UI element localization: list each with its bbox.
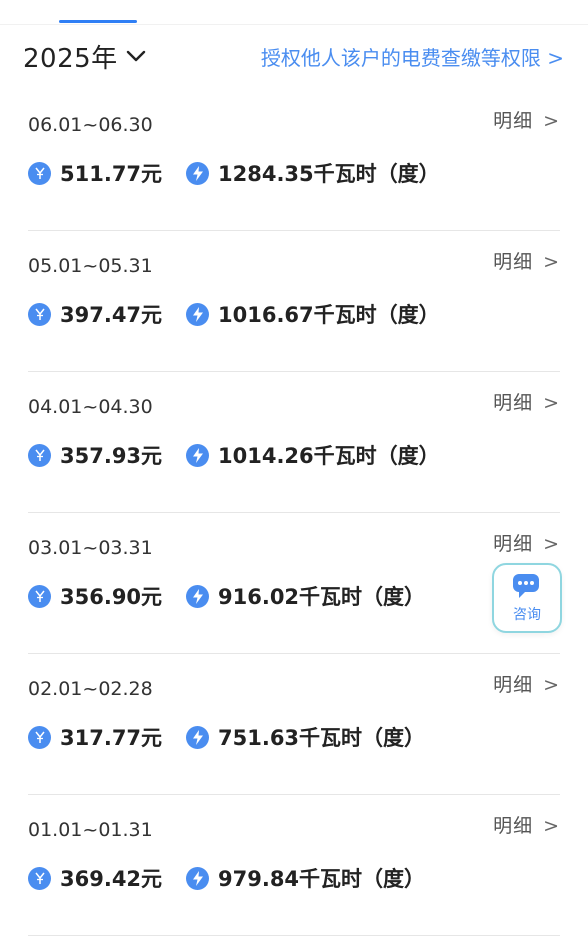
bill-record: 03.01~03.31 明细 > 356.90元 916.02千瓦时（度） xyxy=(28,513,560,654)
bill-amount: 511.77元 xyxy=(60,162,163,186)
bill-amount: 357.93元 xyxy=(60,444,163,468)
detail-link[interactable]: 明细 > xyxy=(493,529,560,556)
bill-list: 06.01~06.30 明细 > 511.77元 1284.35千瓦时（度） 05… xyxy=(0,90,588,936)
billing-period: 04.01~04.30 xyxy=(28,396,153,418)
energy-usage: 916.02千瓦时（度） xyxy=(218,585,426,609)
billing-period: 05.01~05.31 xyxy=(28,255,153,277)
year-selector[interactable]: 2025年 xyxy=(23,38,146,74)
lightning-icon xyxy=(186,584,209,608)
bill-summary: 369.42元 979.84千瓦时（度） xyxy=(28,863,425,893)
detail-link[interactable]: 明细 > xyxy=(493,106,560,133)
yuan-icon xyxy=(28,302,51,326)
bill-summary: 357.93元 1014.26千瓦时（度） xyxy=(28,440,440,470)
detail-link[interactable]: 明细 > xyxy=(493,388,560,415)
yuan-icon xyxy=(28,584,51,608)
detail-label: 明细 xyxy=(493,110,534,132)
yuan-icon xyxy=(28,866,51,890)
consult-button[interactable]: 咨询 xyxy=(492,563,562,633)
detail-arrow: > xyxy=(543,674,560,696)
bill-record: 02.01~02.28 明细 > 317.77元 751.63千瓦时（度） xyxy=(28,654,560,795)
year-label: 2025年 xyxy=(23,43,118,74)
yuan-icon xyxy=(28,161,51,185)
detail-link[interactable]: 明细 > xyxy=(493,247,560,274)
detail-arrow: > xyxy=(543,533,560,555)
detail-label: 明细 xyxy=(493,815,534,837)
authorize-permissions-link[interactable]: 授权他人该户的电费查缴等权限 > xyxy=(261,42,564,71)
energy-usage: 751.63千瓦时（度） xyxy=(218,726,426,750)
yuan-icon xyxy=(28,725,51,749)
chevron-down-icon xyxy=(126,50,145,62)
bill-summary: 356.90元 916.02千瓦时（度） xyxy=(28,581,425,611)
billing-period: 06.01~06.30 xyxy=(28,114,153,136)
billing-period: 03.01~03.31 xyxy=(28,537,153,559)
bill-summary: 511.77元 1284.35千瓦时（度） xyxy=(28,158,440,188)
consult-label: 咨询 xyxy=(513,607,541,623)
billing-period: 01.01~01.31 xyxy=(28,819,153,841)
chat-bubble-icon xyxy=(513,574,539,598)
bill-summary: 317.77元 751.63千瓦时（度） xyxy=(28,722,425,752)
detail-link[interactable]: 明细 > xyxy=(493,811,560,838)
bill-summary: 397.47元 1016.67千瓦时（度） xyxy=(28,299,440,329)
lightning-icon xyxy=(186,161,209,185)
energy-usage: 1014.26千瓦时（度） xyxy=(218,444,440,468)
bill-amount: 369.42元 xyxy=(60,867,163,891)
detail-arrow: > xyxy=(543,392,560,414)
detail-label: 明细 xyxy=(493,392,534,414)
yuan-icon xyxy=(28,443,51,467)
header: 2025年 授权他人该户的电费查缴等权限 > xyxy=(0,38,588,78)
detail-label: 明细 xyxy=(493,674,534,696)
bill-amount: 356.90元 xyxy=(60,585,163,609)
billing-period: 02.01~02.28 xyxy=(28,678,153,700)
bill-amount: 317.77元 xyxy=(60,726,163,750)
energy-usage: 979.84千瓦时（度） xyxy=(218,867,426,891)
detail-label: 明细 xyxy=(493,533,534,555)
bill-record: 04.01~04.30 明细 > 357.93元 1014.26千瓦时（度） xyxy=(28,372,560,513)
bill-record: 01.01~01.31 明细 > 369.42元 979.84千瓦时（度） xyxy=(28,795,560,936)
top-divider xyxy=(0,24,588,25)
energy-usage: 1284.35千瓦时（度） xyxy=(218,162,440,186)
bill-amount: 397.47元 xyxy=(60,303,163,327)
energy-usage: 1016.67千瓦时（度） xyxy=(218,303,440,327)
detail-arrow: > xyxy=(543,251,560,273)
lightning-icon xyxy=(186,302,209,326)
tab-indicator xyxy=(59,20,137,23)
detail-link[interactable]: 明细 > xyxy=(493,670,560,697)
detail-arrow: > xyxy=(543,110,560,132)
detail-arrow: > xyxy=(543,815,560,837)
lightning-icon xyxy=(186,866,209,890)
lightning-icon xyxy=(186,725,209,749)
bill-record: 05.01~05.31 明细 > 397.47元 1016.67千瓦时（度） xyxy=(28,231,560,372)
lightning-icon xyxy=(186,443,209,467)
detail-label: 明细 xyxy=(493,251,534,273)
bill-record: 06.01~06.30 明细 > 511.77元 1284.35千瓦时（度） xyxy=(28,90,560,231)
